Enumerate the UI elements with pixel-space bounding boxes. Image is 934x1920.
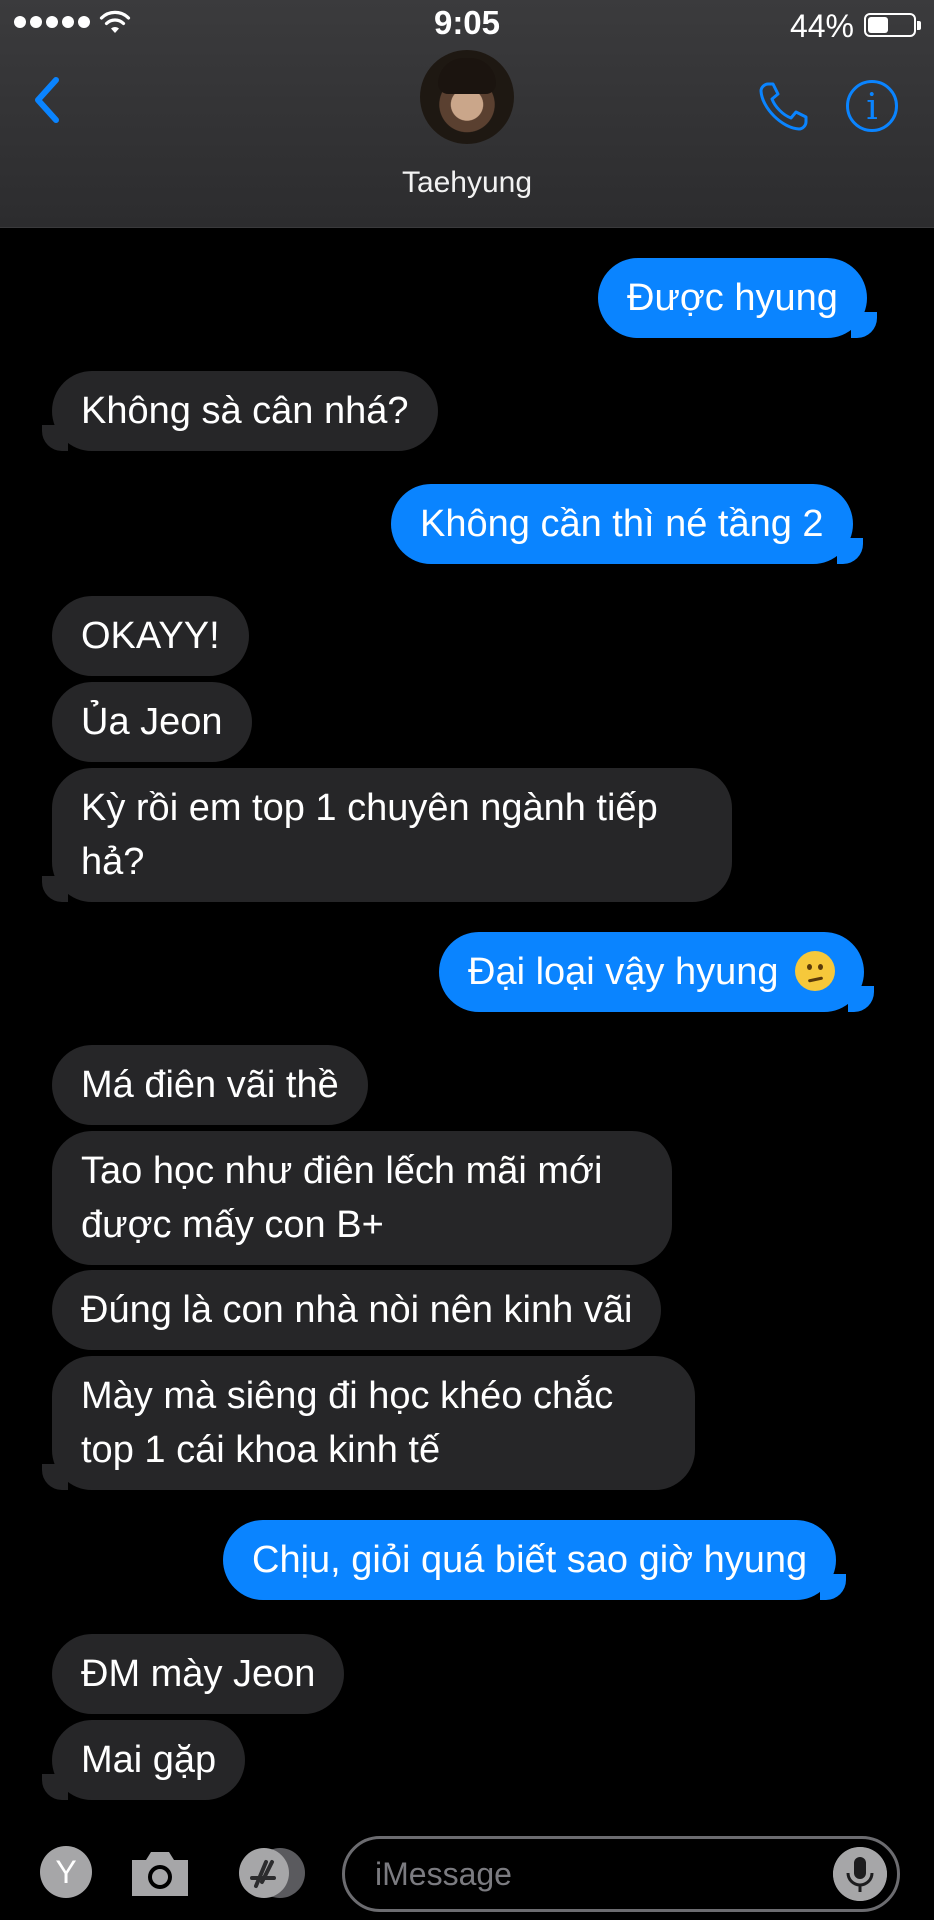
status-bar: 9:05 44% bbox=[0, 0, 934, 50]
message-bubble-outgoing[interactable]: Được hyung bbox=[598, 258, 877, 338]
message-text: Mai gặp bbox=[81, 1739, 217, 1781]
message-bubble-incoming[interactable]: Má điên vãi thề bbox=[52, 1045, 368, 1125]
message-text: Má điên vãi thề bbox=[81, 1064, 339, 1106]
phone-icon[interactable] bbox=[756, 78, 812, 134]
message-text: Chịu, giỏi quá biết sao giờ hyung bbox=[252, 1539, 808, 1581]
message-bubble-incoming[interactable]: Ủa Jeon bbox=[52, 682, 252, 762]
message-text: Tao học như điên lếch mãi mới được mấy c… bbox=[81, 1150, 603, 1246]
message-bubble-outgoing[interactable]: Chịu, giỏi quá biết sao giờ hyung bbox=[223, 1520, 847, 1600]
message-bubble-incoming[interactable]: Không sà cân nhá? bbox=[42, 371, 438, 451]
camera-icon[interactable] bbox=[128, 1848, 192, 1898]
info-glyph: i bbox=[866, 87, 878, 128]
message-bubble-incoming[interactable]: Đúng là con nhà nòi nên kinh vãi bbox=[52, 1270, 662, 1350]
message-bubble-incoming[interactable]: Mày mà siêng đi học khéo chắc top 1 cái … bbox=[42, 1356, 695, 1490]
chevron-left-icon[interactable] bbox=[26, 70, 66, 130]
message-bubble-incoming[interactable]: Kỳ rồi em top 1 chuyên ngành tiếp hả? bbox=[42, 768, 732, 902]
message-text: ĐM mày Jeon bbox=[81, 1653, 316, 1695]
contact-avatar[interactable] bbox=[420, 50, 514, 144]
message-text: Được hyung bbox=[627, 277, 838, 319]
info-icon[interactable]: i bbox=[846, 80, 898, 132]
battery-percentage: 44% bbox=[789, 8, 854, 44]
message-bubble-incoming[interactable]: ĐM mày Jeon bbox=[52, 1634, 345, 1714]
message-text: Kỳ rồi em top 1 chuyên ngành tiếp hả? bbox=[81, 787, 658, 883]
conversation-header: 9:05 44% Taehyung i bbox=[0, 0, 934, 228]
imessage-input[interactable] bbox=[375, 1839, 815, 1909]
message-bubble-incoming[interactable]: Mai gặp bbox=[41, 1720, 246, 1800]
contact-name[interactable]: Taehyung bbox=[0, 166, 934, 200]
message-bubble-outgoing[interactable]: Không cần thì né tầng 2 bbox=[391, 484, 863, 564]
battery-icon bbox=[864, 13, 921, 37]
app-store-icon[interactable]: Y bbox=[40, 1846, 92, 1898]
message-text: Mày mà siêng đi học khéo chắc top 1 cái … bbox=[81, 1375, 614, 1471]
message-text: OKAYY! bbox=[81, 615, 220, 657]
message-text: Ủa Jeon bbox=[81, 701, 223, 743]
confused-face-icon bbox=[795, 951, 836, 991]
microphone-icon[interactable] bbox=[833, 1847, 887, 1901]
compose-toolbar: Y bbox=[0, 1818, 934, 1920]
app-store-glyph: Y bbox=[55, 1854, 77, 1890]
message-text: Không sà cân nhá? bbox=[81, 390, 409, 432]
apps-icon[interactable] bbox=[234, 1846, 308, 1900]
message-text: Không cần thì né tầng 2 bbox=[420, 503, 824, 545]
message-bubble-incoming[interactable]: OKAYY! bbox=[52, 596, 249, 676]
message-bubble-outgoing[interactable]: Đại loại vậy hyung bbox=[439, 932, 875, 1012]
message-input-container bbox=[342, 1836, 900, 1912]
message-bubble-incoming[interactable]: Tao học như điên lếch mãi mới được mấy c… bbox=[52, 1131, 672, 1265]
message-text: Đúng là con nhà nòi nên kinh vãi bbox=[81, 1289, 633, 1331]
message-text: Đại loại vậy hyung bbox=[468, 951, 779, 993]
